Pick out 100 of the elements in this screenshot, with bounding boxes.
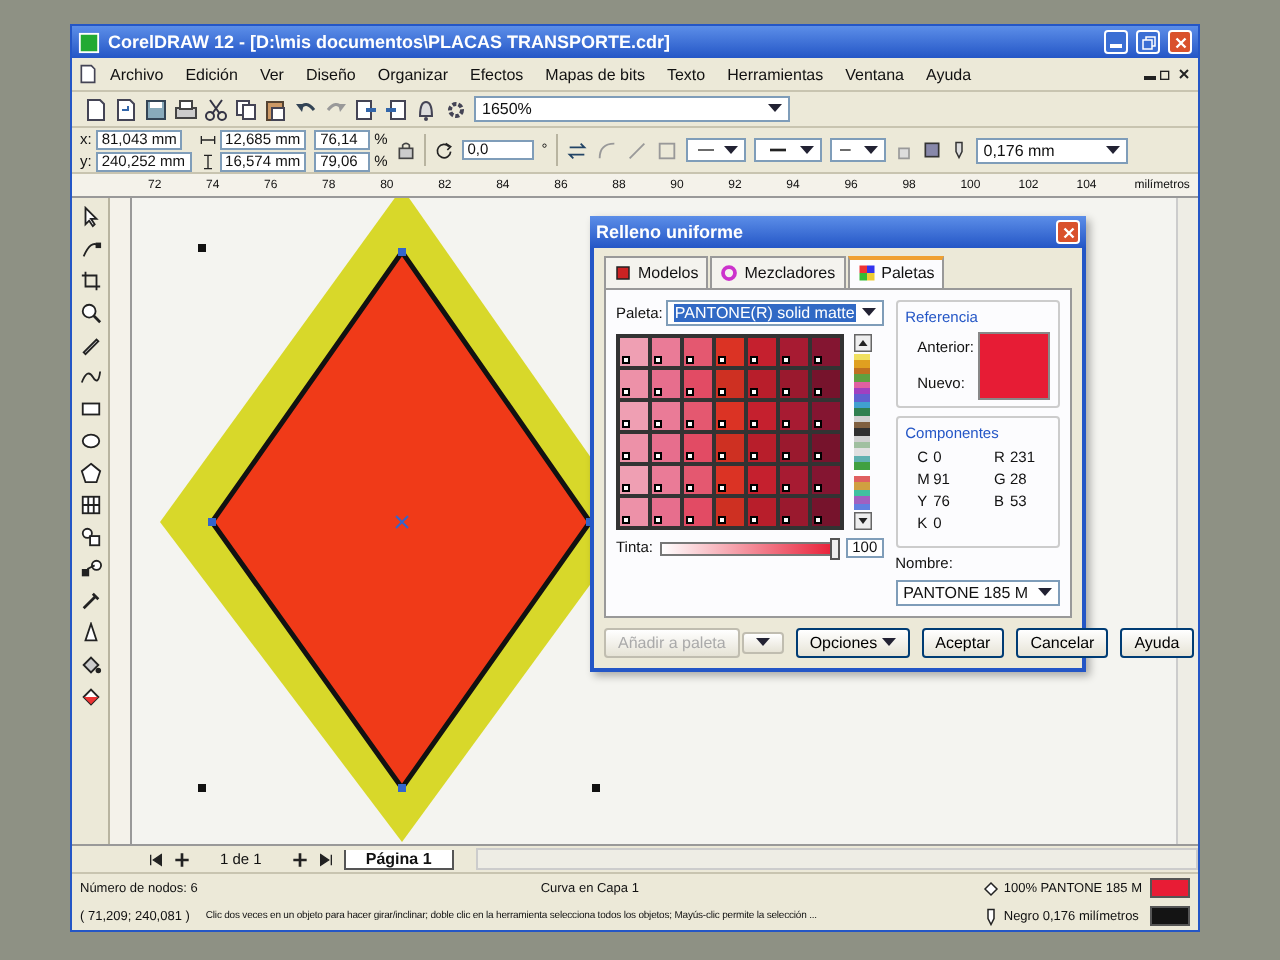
pointer-icon[interactable]	[79, 206, 101, 228]
color-wheel-icon	[720, 264, 739, 282]
export-icon[interactable]	[384, 97, 408, 121]
open-document-icon[interactable]	[114, 97, 138, 121]
copy-icon[interactable]	[234, 97, 258, 121]
palette-grid-icon	[857, 264, 876, 282]
caret-icon	[1105, 145, 1120, 155]
node-handle[interactable]	[208, 518, 216, 526]
rotate-icon	[433, 140, 454, 160]
dropdown-button[interactable]	[741, 632, 784, 654]
menu-item[interactable]: Texto	[656, 63, 716, 85]
color-preview	[978, 332, 1050, 400]
menu-item[interactable]: Organizar	[367, 63, 458, 85]
menu-item[interactable]: Ver	[249, 63, 294, 85]
paste-icon[interactable]	[264, 97, 288, 121]
new-document-icon[interactable]	[84, 97, 108, 121]
horizontal-scrollbar[interactable]	[475, 848, 1198, 870]
line-style-dropdown[interactable]	[753, 138, 822, 162]
polygon-icon[interactable]	[79, 462, 101, 484]
lock-ratio-icon[interactable]	[395, 140, 416, 160]
print-icon[interactable]	[174, 97, 198, 121]
add-page-icon[interactable]	[174, 851, 190, 867]
caret-icon	[861, 308, 876, 318]
color-swatch-grid[interactable]	[616, 334, 844, 530]
dialog-button[interactable]: Aceptar	[921, 628, 1005, 658]
dialog-title: Relleno uniforme	[596, 222, 746, 242]
menu-item[interactable]: Herramientas	[717, 63, 834, 85]
caret-icon	[881, 638, 896, 648]
caret-icon	[1038, 588, 1052, 598]
shapes-icon[interactable]	[79, 526, 101, 548]
options-button[interactable]: Opciones	[795, 628, 910, 658]
caret-icon	[755, 638, 770, 648]
scissors-icon[interactable]	[204, 97, 228, 121]
outline-pen-icon[interactable]	[79, 622, 101, 644]
center-mark	[395, 515, 409, 529]
magnifier-icon[interactable]	[79, 302, 101, 324]
caret-icon	[723, 145, 738, 155]
menu-item[interactable]: Efectos	[459, 63, 534, 85]
selection-handle[interactable]	[198, 244, 206, 252]
document-icon	[78, 64, 98, 84]
menu-item[interactable]: Edición	[175, 63, 248, 85]
scroll-down-icon	[853, 512, 871, 530]
color-strip[interactable]	[854, 354, 870, 510]
menu-item[interactable]: Mapas de bits	[535, 63, 655, 85]
palette-dropdown[interactable]: PANTONE(R) solid matte	[666, 300, 884, 326]
close-icon[interactable]	[1176, 66, 1192, 82]
wrap-icon[interactable]	[921, 140, 942, 160]
name-dropdown[interactable]: PANTONE 185 M	[895, 580, 1060, 606]
rectangle-icon[interactable]	[79, 398, 101, 420]
dialog-button[interactable]: Cancelar	[1016, 628, 1109, 658]
dialog-tab[interactable]: Paletas	[847, 256, 945, 288]
last-page-icon[interactable]	[317, 851, 334, 867]
first-page-icon[interactable]	[148, 851, 164, 867]
close-button[interactable]	[1056, 220, 1080, 244]
dialog-tab[interactable]: Mezcladores	[710, 256, 846, 288]
menu-item[interactable]: Ventana	[835, 63, 914, 85]
zoom-dropdown[interactable]: 1650%	[474, 96, 790, 122]
caret-icon	[863, 145, 878, 155]
fill-icon[interactable]	[79, 686, 101, 708]
restore-icon[interactable]	[1158, 66, 1174, 82]
grid-icon[interactable]	[79, 494, 101, 516]
close-button[interactable]	[1168, 30, 1192, 54]
save-icon[interactable]	[144, 97, 168, 121]
tint-slider[interactable]	[660, 541, 839, 555]
pen-icon[interactable]	[79, 334, 101, 356]
dialog-button[interactable]: Ayuda	[1120, 628, 1194, 658]
caret-icon	[799, 145, 814, 155]
ellipse-icon[interactable]	[79, 430, 101, 452]
restore-icon	[1139, 33, 1157, 51]
dialog-tab[interactable]: Modelos	[604, 256, 709, 288]
start-arrow-dropdown[interactable]	[685, 138, 746, 162]
selection-handle[interactable]	[198, 784, 206, 792]
page-tab[interactable]: Página 1	[343, 849, 454, 869]
crop-icon[interactable]	[79, 270, 101, 292]
mirror-icon[interactable]	[565, 139, 588, 161]
outline-width-dropdown[interactable]: 0,176 mm	[975, 137, 1128, 163]
add-page-icon[interactable]	[291, 851, 308, 867]
minimize-button[interactable]	[1104, 30, 1128, 54]
node-handle[interactable]	[398, 248, 406, 256]
app-icon	[78, 31, 100, 53]
node-handle[interactable]	[398, 784, 406, 792]
paint-bucket-icon[interactable]	[79, 654, 101, 676]
eyedropper-icon[interactable]	[79, 590, 101, 612]
pen-nib-icon	[981, 907, 1000, 925]
end-arrow-dropdown[interactable]	[829, 138, 886, 162]
curve-icon[interactable]	[79, 366, 101, 388]
vertical-scrollbar[interactable]	[1176, 198, 1198, 844]
selection-handle[interactable]	[592, 784, 600, 792]
blend-icon[interactable]	[79, 558, 101, 580]
menu-item[interactable]: Diseño	[295, 63, 366, 85]
menu-item[interactable]: Ayuda	[916, 63, 982, 85]
node-curve-icon[interactable]	[595, 139, 618, 161]
restore-button[interactable]	[1136, 30, 1160, 54]
pen-nib-icon	[949, 140, 968, 160]
bell-icon[interactable]	[414, 97, 438, 121]
import-icon[interactable]	[354, 97, 378, 121]
menu-item[interactable]: Archivo	[100, 63, 174, 85]
square-icon	[614, 264, 632, 282]
node-icon[interactable]	[79, 238, 101, 260]
close-icon	[1059, 223, 1077, 241]
